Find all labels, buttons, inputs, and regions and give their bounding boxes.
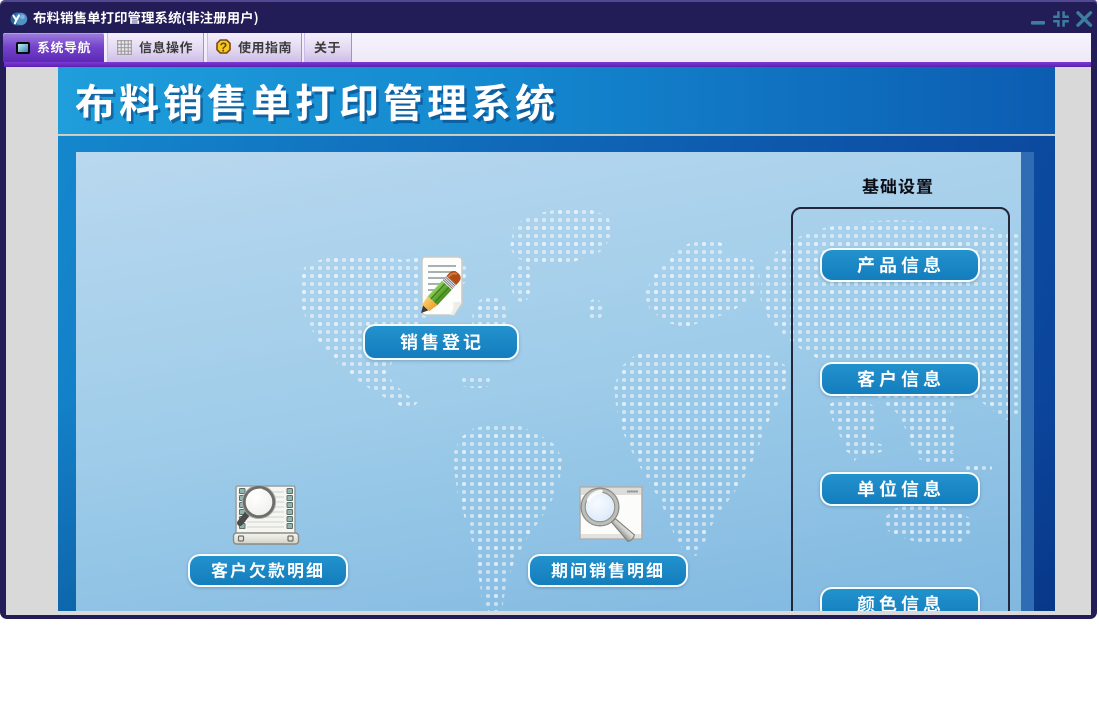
svg-text:?: ? bbox=[220, 41, 228, 55]
